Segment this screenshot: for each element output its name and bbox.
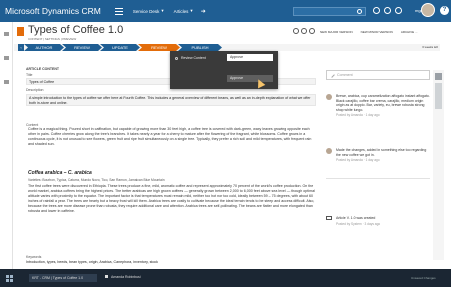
- description-label: Description: [26, 88, 44, 92]
- share-icon[interactable]: [301, 28, 307, 34]
- posts-panel: Comment Brewe, arabica, cup caramelizati…: [322, 60, 432, 267]
- record-actions: [293, 28, 315, 34]
- new-minor-version-button[interactable]: NEW MINOR VERSION: [361, 30, 393, 34]
- comment-input[interactable]: Comment: [326, 70, 430, 80]
- article-icon: [17, 27, 24, 36]
- clock-icon[interactable]: [373, 7, 380, 14]
- grid-icon[interactable]: [4, 32, 9, 36]
- app-title[interactable]: Microsoft Dynamics CRM: [5, 6, 101, 16]
- section-title: ARTICLE CONTENT: [26, 67, 60, 71]
- taskbar-user[interactable]: Amanda Robinbusi: [105, 275, 141, 279]
- content-paragraph-2[interactable]: The first coffee trees were discovered i…: [28, 184, 316, 214]
- review-content-label: Review Content: [181, 56, 206, 60]
- keywords-field[interactable]: Introduction, types, beeds, bean types, …: [26, 260, 318, 264]
- keywords-label: Keywords: [26, 255, 42, 259]
- post-item: Article V. 1.0 was created Posted by Sys…: [326, 216, 430, 226]
- check-icon: [175, 57, 178, 60]
- title-label: Title: [26, 73, 33, 77]
- avatar[interactable]: [421, 3, 435, 17]
- scroll-thumb[interactable]: [435, 83, 442, 109]
- chevron-down-icon: ▾: [190, 8, 193, 13]
- new-major-version-button[interactable]: NEW MAJOR VERSION: [320, 30, 353, 34]
- laptop-icon: [326, 216, 332, 220]
- windows-logo-icon[interactable]: [6, 275, 13, 282]
- taskbar: KRT - CRM | Types of Coffee 1.0 Amanda R…: [0, 269, 451, 287]
- scroll-up-icon[interactable]: [435, 73, 442, 80]
- scrollbar[interactable]: [433, 70, 444, 260]
- pencil-icon: [329, 72, 335, 78]
- chevron-down-icon: ▾: [161, 8, 164, 13]
- collapse-icon[interactable]: ‹: [18, 44, 24, 51]
- post-item: Made the changes, added in something els…: [326, 148, 430, 163]
- content-paragraph-1[interactable]: Coffee is a magical thing. Poured short …: [28, 127, 316, 147]
- menu-icon[interactable]: [114, 7, 123, 15]
- nav-service-desk[interactable]: Service Desk ▾: [133, 8, 164, 14]
- settings-icon[interactable]: [384, 7, 391, 14]
- stage-review-active[interactable]: REVIEW: [138, 44, 180, 51]
- add-icon[interactable]: [309, 28, 315, 34]
- form-selector[interactable]: CONTENT | SETTINGS | PREVIEW: [28, 37, 76, 41]
- process-stage-bar: ‹ AUTHOR REVIEW UPDATE REVIEW PUBLISH 3 …: [14, 44, 440, 51]
- stage-update[interactable]: UPDATE: [100, 44, 140, 51]
- page-title: Types of Coffee 1.0: [28, 24, 124, 36]
- varieties-text: Varieties: Bourbon, Typica, Caturra, Mun…: [28, 178, 165, 182]
- help-circle-icon[interactable]: [395, 7, 402, 14]
- avatar: [326, 94, 332, 100]
- divider: [326, 178, 430, 179]
- user-icon: [105, 275, 108, 278]
- description-field[interactable]: A simple introduction to the types of co…: [26, 94, 316, 106]
- top-navigation-bar: Microsoft Dynamics CRM Service Desk ▾ Art…: [0, 0, 451, 22]
- approve-option[interactable]: Approve: [227, 75, 273, 82]
- command-bar: NEW MAJOR VERSION NEW MINOR VERSION ARCH…: [320, 30, 418, 34]
- stage-publish[interactable]: PUBLISH: [178, 44, 222, 51]
- left-nav-strip: [0, 22, 13, 269]
- avatar: [326, 148, 332, 154]
- global-search[interactable]: [293, 7, 366, 16]
- follow-icon[interactable]: [293, 28, 299, 34]
- list-icon[interactable]: [4, 56, 9, 60]
- post-item: Brewe, arabica, cup caramelization affog…: [326, 94, 430, 118]
- arrow-right-icon[interactable]: ➜: [201, 8, 206, 15]
- nav-articles[interactable]: Articles ▾: [174, 8, 193, 14]
- stage-time-left: 3 weeks left: [422, 45, 438, 49]
- tile-icon[interactable]: [4, 80, 9, 84]
- stage-author[interactable]: AUTHOR: [24, 44, 64, 51]
- review-select[interactable]: Approve: [227, 54, 273, 61]
- taskbar-item[interactable]: KRT - CRM | Types of Coffee 1.0: [29, 274, 97, 282]
- question-icon[interactable]: ?: [440, 6, 449, 15]
- search-icon: [357, 9, 362, 14]
- stage-review[interactable]: REVIEW: [62, 44, 102, 51]
- content-heading: Coffea arabica – C. arabica: [28, 170, 92, 176]
- status-text: Unsaved Changes: [411, 276, 436, 280]
- archive-button[interactable]: ARCHIVE ...: [401, 30, 418, 34]
